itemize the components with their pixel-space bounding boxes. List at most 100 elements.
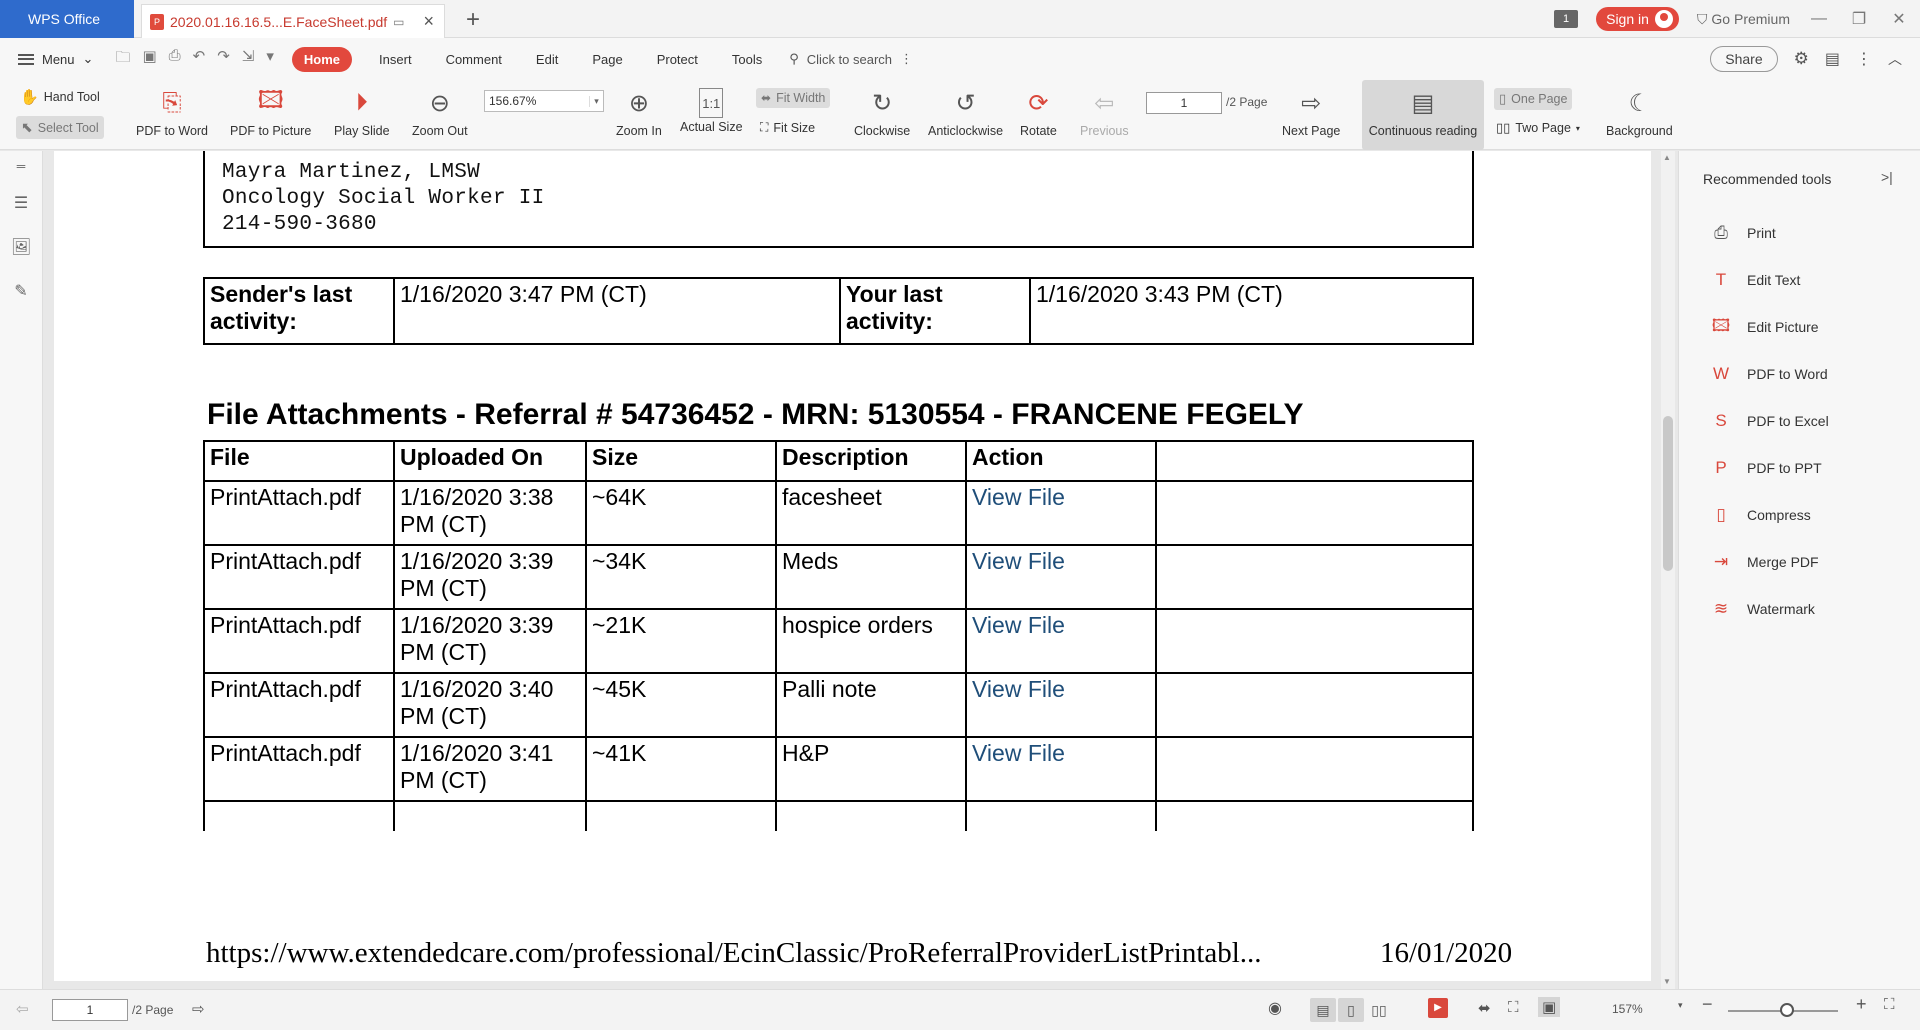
eye-protection-icon[interactable]: ◉ [1268, 998, 1282, 1018]
document-viewport[interactable]: Mayra Martinez, LMSW Oncology Social Wor… [43, 151, 1654, 989]
next-page-icon[interactable]: ⇨ [192, 1000, 205, 1018]
clockwise-button[interactable]: ↻ Clockwise [854, 80, 910, 150]
tool-print[interactable]: ⎙ Print [1709, 221, 1776, 245]
zoom-slider-knob[interactable] [1780, 1003, 1794, 1017]
hand-tool-button[interactable]: ✋ Hand Tool [20, 88, 100, 106]
tab-window-icon[interactable]: ▭ [393, 15, 404, 29]
collapse-panel-icon[interactable]: >| [1881, 169, 1893, 185]
scroll-down-icon[interactable]: ▼ [1663, 977, 1671, 986]
redo-icon[interactable]: ↷ [217, 47, 230, 72]
more-icon[interactable]: ⋮ [900, 51, 913, 67]
go-premium-button[interactable]: ⛉ Go Premium [1697, 11, 1790, 28]
zoom-level-select[interactable]: 156.67% ▾ [484, 90, 604, 112]
new-tab-button[interactable]: + [466, 6, 480, 34]
prev-page-icon[interactable]: ⇦ [16, 1000, 29, 1018]
tool-pdf-to-excel[interactable]: S PDF to Excel [1709, 409, 1828, 433]
rotate-button[interactable]: ⟳ Rotate [1020, 80, 1057, 150]
page-number-input[interactable]: 1 [1146, 92, 1222, 114]
tool-compress[interactable]: ▯ Compress [1709, 503, 1810, 527]
main-menu-button[interactable]: Menu ⌄ [18, 51, 93, 67]
tab-page[interactable]: Page [592, 52, 622, 67]
play-slide-button[interactable]: ⏵ Play Slide [334, 80, 390, 150]
view-file-link[interactable]: View File [972, 484, 1065, 510]
search-box[interactable]: ⚲ Click to search ⋮ [789, 51, 913, 67]
tool-edit-text[interactable]: T Edit Text [1709, 268, 1801, 292]
collapse-ribbon-icon[interactable]: ︿ [1888, 49, 1902, 69]
close-tab-icon[interactable]: × [423, 11, 434, 32]
comment-icon[interactable]: ▤ [1825, 49, 1840, 69]
tool-watermark[interactable]: ≋ Watermark [1709, 597, 1815, 621]
tool-pdf-to-word[interactable]: W PDF to Word [1709, 362, 1828, 386]
wps-office-tab[interactable]: WPS Office [0, 0, 134, 38]
restore-icon[interactable]: ❐ [1848, 9, 1870, 29]
next-page-button[interactable]: ⇨ Next Page [1282, 80, 1340, 150]
one-page-button[interactable]: ▯ One Page [1494, 88, 1573, 110]
arrow-left-icon: ⇦ [1094, 89, 1115, 117]
tab-edit[interactable]: Edit [536, 52, 558, 67]
background-button[interactable]: ☾ Background [1606, 80, 1673, 150]
pdf-to-picture-button[interactable]: 🖾 PDF to Picture [230, 80, 311, 150]
annotations-icon[interactable]: ✎ [11, 281, 31, 301]
fullscreen-icon[interactable]: ⛶ [1884, 996, 1895, 1013]
play-icon[interactable]: ▶ [1428, 998, 1448, 1018]
print-icon[interactable]: ⎙ [169, 47, 181, 72]
pdf-to-word-button[interactable]: ⎘ PDF to Word [136, 80, 208, 150]
share-button[interactable]: Share [1710, 46, 1778, 72]
document-tab[interactable]: P 2020.01.16.16.5...E.FaceSheet.pdf ▭ × [141, 4, 445, 38]
vertical-scrollbar[interactable]: ▲ ▼ [1661, 151, 1675, 989]
tool-edit-picture[interactable]: 🖾 Edit Picture [1709, 315, 1819, 339]
fit-width-icon[interactable]: ⬌ [1478, 999, 1491, 1017]
hamburger-icon [18, 53, 34, 65]
save-icon[interactable]: ▣ [142, 47, 156, 72]
fit-width-button[interactable]: ⬌ Fit Width [756, 88, 831, 108]
actual-size-icon[interactable]: ▣ [1538, 997, 1561, 1017]
tab-home[interactable]: Home [291, 46, 353, 72]
tab-insert[interactable]: Insert [379, 52, 412, 67]
gear-icon[interactable]: ⚙ [1794, 49, 1809, 69]
view-file-link[interactable]: View File [972, 612, 1065, 638]
view-file-link[interactable]: View File [972, 740, 1065, 766]
more-vertical-icon[interactable]: ⋮ [1856, 49, 1872, 69]
export-icon[interactable]: ⇲ [242, 47, 255, 72]
minimize-icon[interactable]: — [1808, 10, 1830, 28]
outline-icon[interactable]: ☰ [11, 193, 31, 213]
zoom-slider[interactable] [1728, 1003, 1838, 1017]
zoom-dropdown-icon[interactable]: ▾ [1678, 1000, 1683, 1011]
open-folder-icon[interactable]: 🗀 [115, 47, 130, 72]
scroll-up-icon[interactable]: ▲ [1663, 153, 1671, 162]
continuous-reading-button[interactable]: ▤ Continuous reading [1362, 80, 1484, 150]
more-down-icon[interactable]: ▾ [266, 47, 274, 72]
anticlockwise-button[interactable]: ↺ Anticlockwise [928, 80, 1003, 150]
previous-page-button[interactable]: ⇦ Previous [1080, 80, 1129, 150]
thumbnails-icon[interactable]: 🖼 [11, 237, 31, 257]
description-cell: hospice orders [775, 608, 967, 674]
zoom-in-button[interactable]: ⊕ Zoom In [616, 80, 662, 150]
arrow-right-icon: ⇨ [1301, 89, 1322, 117]
fit-page-icon[interactable]: ⛶ [1508, 999, 1519, 1016]
tool-pdf-to-ppt[interactable]: P PDF to PPT [1709, 456, 1821, 480]
view-file-link[interactable]: View File [972, 676, 1065, 702]
single-page-view-icon[interactable]: ▯ [1338, 998, 1364, 1022]
fit-size-button[interactable]: ⛶ Fit Size [760, 120, 815, 135]
zoom-out-button[interactable]: ⊖ Zoom Out [412, 80, 468, 150]
tab-tools[interactable]: Tools [732, 52, 762, 67]
drag-handle-icon[interactable]: ═ [11, 159, 31, 179]
tab-comment[interactable]: Comment [446, 52, 502, 67]
select-tool-button[interactable]: ⬉ Select Tool [16, 116, 104, 139]
sign-in-button[interactable]: Sign in [1596, 7, 1679, 31]
close-window-icon[interactable]: ✕ [1888, 9, 1910, 29]
undo-icon[interactable]: ↶ [193, 47, 206, 72]
zoom-in-icon[interactable]: + [1856, 994, 1867, 1015]
status-page-input[interactable]: 1 [52, 999, 128, 1021]
actual-size-button[interactable]: 1:1 Actual Size [680, 80, 743, 150]
scrollbar-thumb[interactable] [1663, 416, 1673, 571]
zoom-out-icon[interactable]: − [1702, 994, 1713, 1015]
view-file-link[interactable]: View File [972, 548, 1065, 574]
tool-merge-pdf[interactable]: ⇥ Merge PDF [1709, 550, 1819, 574]
continuous-view-icon[interactable]: ▤ [1310, 998, 1336, 1022]
two-page-button[interactable]: ▯▯ Two Page ▾ [1496, 120, 1580, 136]
two-page-view-icon[interactable]: ▯▯ [1366, 998, 1392, 1022]
tab-protect[interactable]: Protect [657, 52, 698, 67]
notification-badge[interactable]: 1 [1554, 10, 1579, 28]
chevron-down-icon: ⌄ [82, 51, 94, 66]
